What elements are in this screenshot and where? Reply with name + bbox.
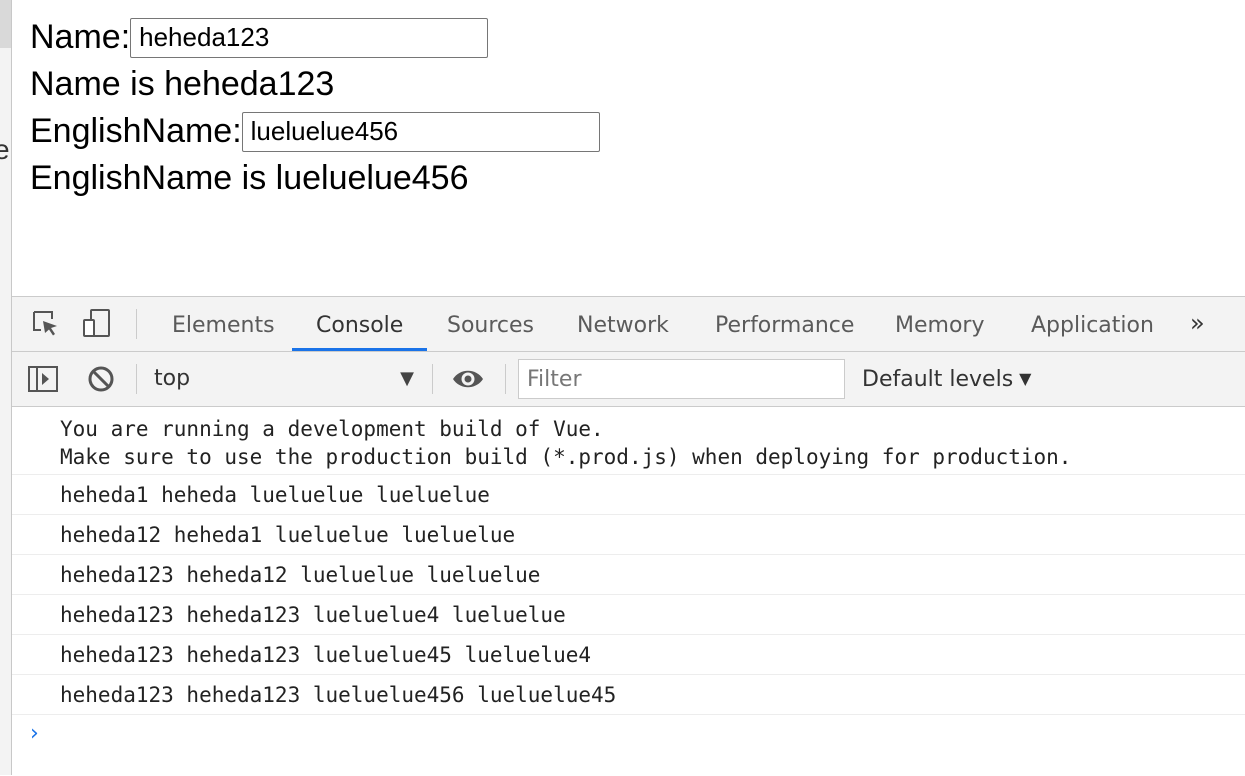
console-output: You are running a development build of V… <box>12 407 1245 776</box>
toolbar-divider <box>432 364 433 394</box>
console-prompt-icon[interactable]: › <box>30 721 39 746</box>
console-toolbar: top ▼ Default levels ▼ <box>12 352 1245 407</box>
vue-notice-line: Make sure to use the production build (*… <box>60 445 1072 469</box>
adjacent-window-edge: e <box>0 0 12 775</box>
tab-application[interactable]: Application <box>1007 297 1178 351</box>
eye-icon[interactable] <box>452 364 483 394</box>
vue-app: Name: Name is heheda123 EnglishName: Eng… <box>30 14 600 202</box>
name-label: Name: <box>30 18 131 56</box>
english-name-display: EnglishName is lueluelue456 <box>30 159 469 197</box>
console-message: heheda123 heheda123 lueluelue456 lueluel… <box>12 675 1245 715</box>
devtools-tabbar: Elements Console Sources Network Performance… <box>12 297 1245 352</box>
device-toolbar-icon[interactable] <box>82 308 112 338</box>
english-name-row: EnglishName: <box>30 108 600 155</box>
console-message: heheda123 heheda123 lueluelue4 lueluelue <box>12 595 1245 635</box>
log-levels-dropdown[interactable]: Default levels ▼ <box>862 362 1031 396</box>
tab-performance[interactable]: Performance <box>691 297 878 351</box>
cut-off-text: e <box>0 134 10 165</box>
console-filter-input[interactable] <box>518 359 845 399</box>
console-message: heheda12 heheda1 lueluelue lueluelue <box>12 515 1245 555</box>
log-levels-label: Default levels <box>862 367 1014 392</box>
devtools-panel: Elements Console Sources Network Performance… <box>12 296 1245 776</box>
dropdown-arrow-icon: ▼ <box>400 368 414 389</box>
toolbar-divider <box>136 364 137 394</box>
sidebar-toggle-icon[interactable] <box>28 364 58 394</box>
chevron-right-icon[interactable]: » <box>1190 309 1220 339</box>
clear-console-icon[interactable] <box>86 364 116 394</box>
console-message: You are running a development build of V… <box>12 407 1245 475</box>
inspect-element-icon[interactable] <box>30 308 60 338</box>
vue-notice-line: You are running a development build of V… <box>60 417 604 441</box>
console-message: heheda1 heheda lueluelue lueluelue <box>12 475 1245 515</box>
tab-elements[interactable]: Elements <box>148 297 299 351</box>
name-row: Name: <box>30 14 600 61</box>
console-message: heheda123 heheda12 lueluelue lueluelue <box>12 555 1245 595</box>
toolbar-divider <box>505 364 506 394</box>
tab-memory[interactable]: Memory <box>871 297 1008 351</box>
tab-sources[interactable]: Sources <box>423 297 558 351</box>
toolbar-divider <box>136 309 137 339</box>
name-display: Name is heheda123 <box>30 65 335 103</box>
context-selector[interactable]: top ▼ <box>154 362 424 396</box>
english-name-label: EnglishName: <box>30 112 242 150</box>
dropdown-arrow-icon: ▼ <box>1019 369 1032 388</box>
context-value: top <box>154 366 191 391</box>
tab-console[interactable]: Console <box>292 297 428 351</box>
window-edge-grip <box>0 0 11 48</box>
name-input[interactable] <box>130 17 489 58</box>
english-name-input[interactable] <box>241 111 600 152</box>
console-message: heheda123 heheda123 lueluelue45 lueluelu… <box>12 635 1245 675</box>
tab-network[interactable]: Network <box>553 297 693 351</box>
